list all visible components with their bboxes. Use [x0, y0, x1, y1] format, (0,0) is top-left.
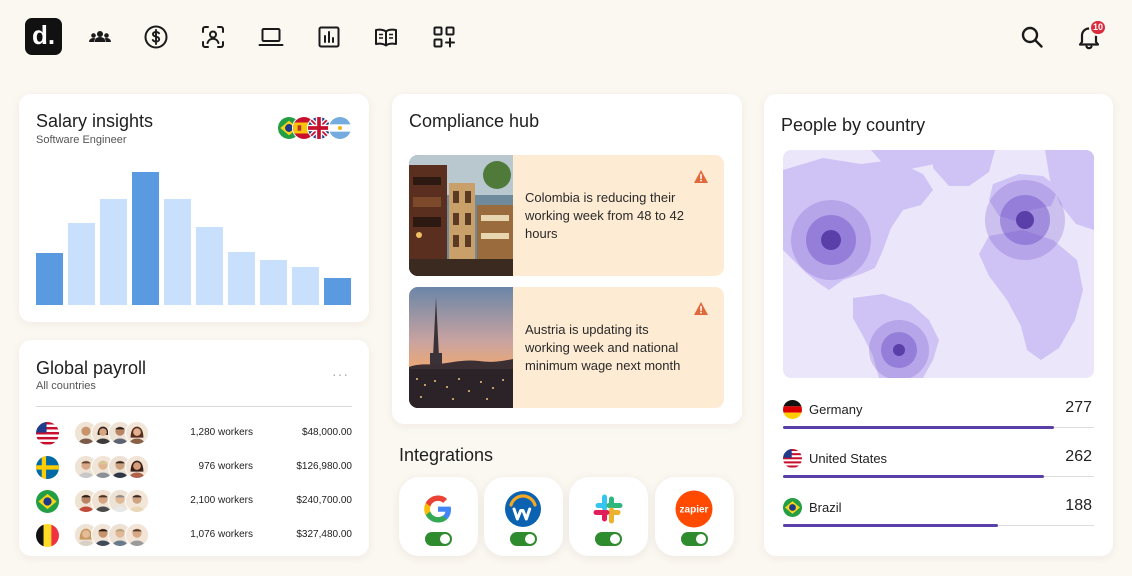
worker-avatars [74, 421, 154, 447]
worker-avatars [74, 489, 154, 515]
people-title: People by country [781, 115, 926, 135]
salary-bar [292, 267, 319, 305]
brazil-flag-icon [36, 490, 59, 513]
salary-subtitle: Software Engineer [36, 134, 127, 146]
dollar-icon[interactable] [143, 24, 169, 50]
country-row-germany[interactable]: Germany 277 [783, 395, 1094, 435]
salary-bar [100, 199, 127, 305]
worker-count: 976 workers [198, 461, 253, 472]
workday-icon [503, 489, 543, 529]
integration-slack[interactable] [569, 477, 648, 556]
notification-badge: 10 [1089, 19, 1108, 36]
germany-flag-icon [783, 400, 802, 419]
worker-avatars [74, 455, 154, 481]
country-row-united-states[interactable]: United States 262 [783, 444, 1094, 484]
integration-zapier[interactable]: zapier [655, 477, 734, 556]
salary-bar [36, 253, 63, 305]
zapier-label: zapier [680, 505, 709, 516]
country-name: Germany [809, 402, 863, 417]
salary-bar [68, 223, 95, 305]
more-options-icon[interactable]: ··· [332, 366, 349, 382]
worker-avatars [74, 523, 154, 549]
country-count: 262 [1065, 448, 1092, 465]
payroll-row[interactable]: 1,076 workers $327,480.00 [19, 520, 369, 550]
salary-bar [324, 278, 351, 305]
slack-icon [588, 489, 628, 529]
country-name: Brazil [809, 500, 842, 515]
people-by-country-card[interactable]: People by country Germany 277 United Sta… [764, 94, 1113, 556]
integration-toggle[interactable] [681, 532, 708, 546]
google-icon [418, 489, 458, 529]
integration-toggle[interactable] [595, 532, 622, 546]
people-icon[interactable] [87, 24, 113, 50]
integration-workday[interactable] [484, 477, 563, 556]
warning-icon [693, 301, 709, 316]
salary-bar [132, 172, 159, 305]
salary-bar [164, 199, 191, 305]
country-count: 277 [1065, 399, 1092, 416]
salary-bar [196, 227, 223, 305]
laptop-icon[interactable] [258, 24, 284, 50]
brazil-flag-icon [783, 498, 802, 517]
country-bar-fill [783, 426, 1054, 429]
compliance-hub-card[interactable]: Compliance hub Colombia is reducing thei… [392, 94, 742, 424]
compliance-title: Compliance hub [409, 111, 540, 131]
country-name: United States [809, 451, 888, 466]
chart-icon[interactable] [316, 24, 342, 50]
us-flag-icon [36, 422, 59, 445]
vienna-skyline-image [409, 287, 513, 408]
payroll-row[interactable]: 1,280 workers $48,000.00 [19, 418, 369, 448]
argentina-flag-icon [328, 116, 352, 140]
search-icon[interactable] [1019, 24, 1045, 50]
payroll-amount: $126,980.00 [296, 461, 352, 472]
payroll-amount: $48,000.00 [301, 427, 352, 438]
salary-insights-card[interactable]: Salary insights Software Engineer [19, 94, 369, 322]
colombia-street-image [409, 155, 513, 276]
salary-bar-chart [36, 172, 351, 305]
salary-bar [228, 252, 255, 305]
global-payroll-card[interactable]: Global payroll All countries ··· 1,280 w… [19, 340, 369, 556]
salary-title: Salary insights [36, 111, 154, 131]
top-navigation: d. 10 [0, 0, 1132, 76]
compliance-alert-colombia[interactable]: Colombia is reducing their working week … [409, 155, 724, 276]
payroll-divider [36, 406, 352, 407]
worker-count: 1,280 workers [190, 427, 253, 438]
payroll-subtitle: All countries [36, 380, 96, 392]
integrations-title: Integrations [399, 445, 494, 465]
us-flag-icon [783, 449, 802, 468]
deel-logo[interactable]: d. [25, 18, 62, 55]
sweden-flag-icon [36, 456, 59, 479]
payroll-title: Global payroll [36, 358, 147, 378]
payroll-amount: $240,700.00 [296, 495, 352, 506]
payroll-row[interactable]: 976 workers $126,980.00 [19, 452, 369, 482]
apps-add-icon[interactable] [431, 24, 457, 50]
country-count: 188 [1065, 497, 1092, 514]
integration-toggle[interactable] [425, 532, 452, 546]
compliance-alert-text: Colombia is reducing their working week … [525, 190, 684, 241]
integration-toggle[interactable] [510, 532, 537, 546]
person-scan-icon[interactable] [200, 24, 226, 50]
belgium-flag-icon [36, 524, 59, 547]
salary-bar [260, 260, 287, 305]
country-row-brazil[interactable]: Brazil 188 [783, 493, 1094, 533]
worker-count: 2,100 workers [190, 495, 253, 506]
country-bar-fill [783, 475, 1044, 478]
integration-google[interactable] [399, 477, 478, 556]
zapier-icon: zapier [674, 489, 714, 529]
compliance-alert-austria[interactable]: Austria is updating its working week and… [409, 287, 724, 408]
world-map[interactable] [783, 150, 1094, 378]
warning-icon [693, 169, 709, 184]
compliance-alert-text: Austria is updating its working week and… [525, 322, 681, 373]
avatar [125, 523, 149, 547]
payroll-row[interactable]: 2,100 workers $240,700.00 [19, 486, 369, 516]
worker-count: 1,076 workers [190, 529, 253, 540]
payroll-amount: $327,480.00 [296, 529, 352, 540]
avatar [125, 455, 149, 479]
avatar [125, 421, 149, 445]
country-bar-fill [783, 524, 998, 527]
book-icon[interactable] [373, 24, 399, 50]
avatar [125, 489, 149, 513]
salary-country-flags[interactable] [277, 116, 357, 140]
